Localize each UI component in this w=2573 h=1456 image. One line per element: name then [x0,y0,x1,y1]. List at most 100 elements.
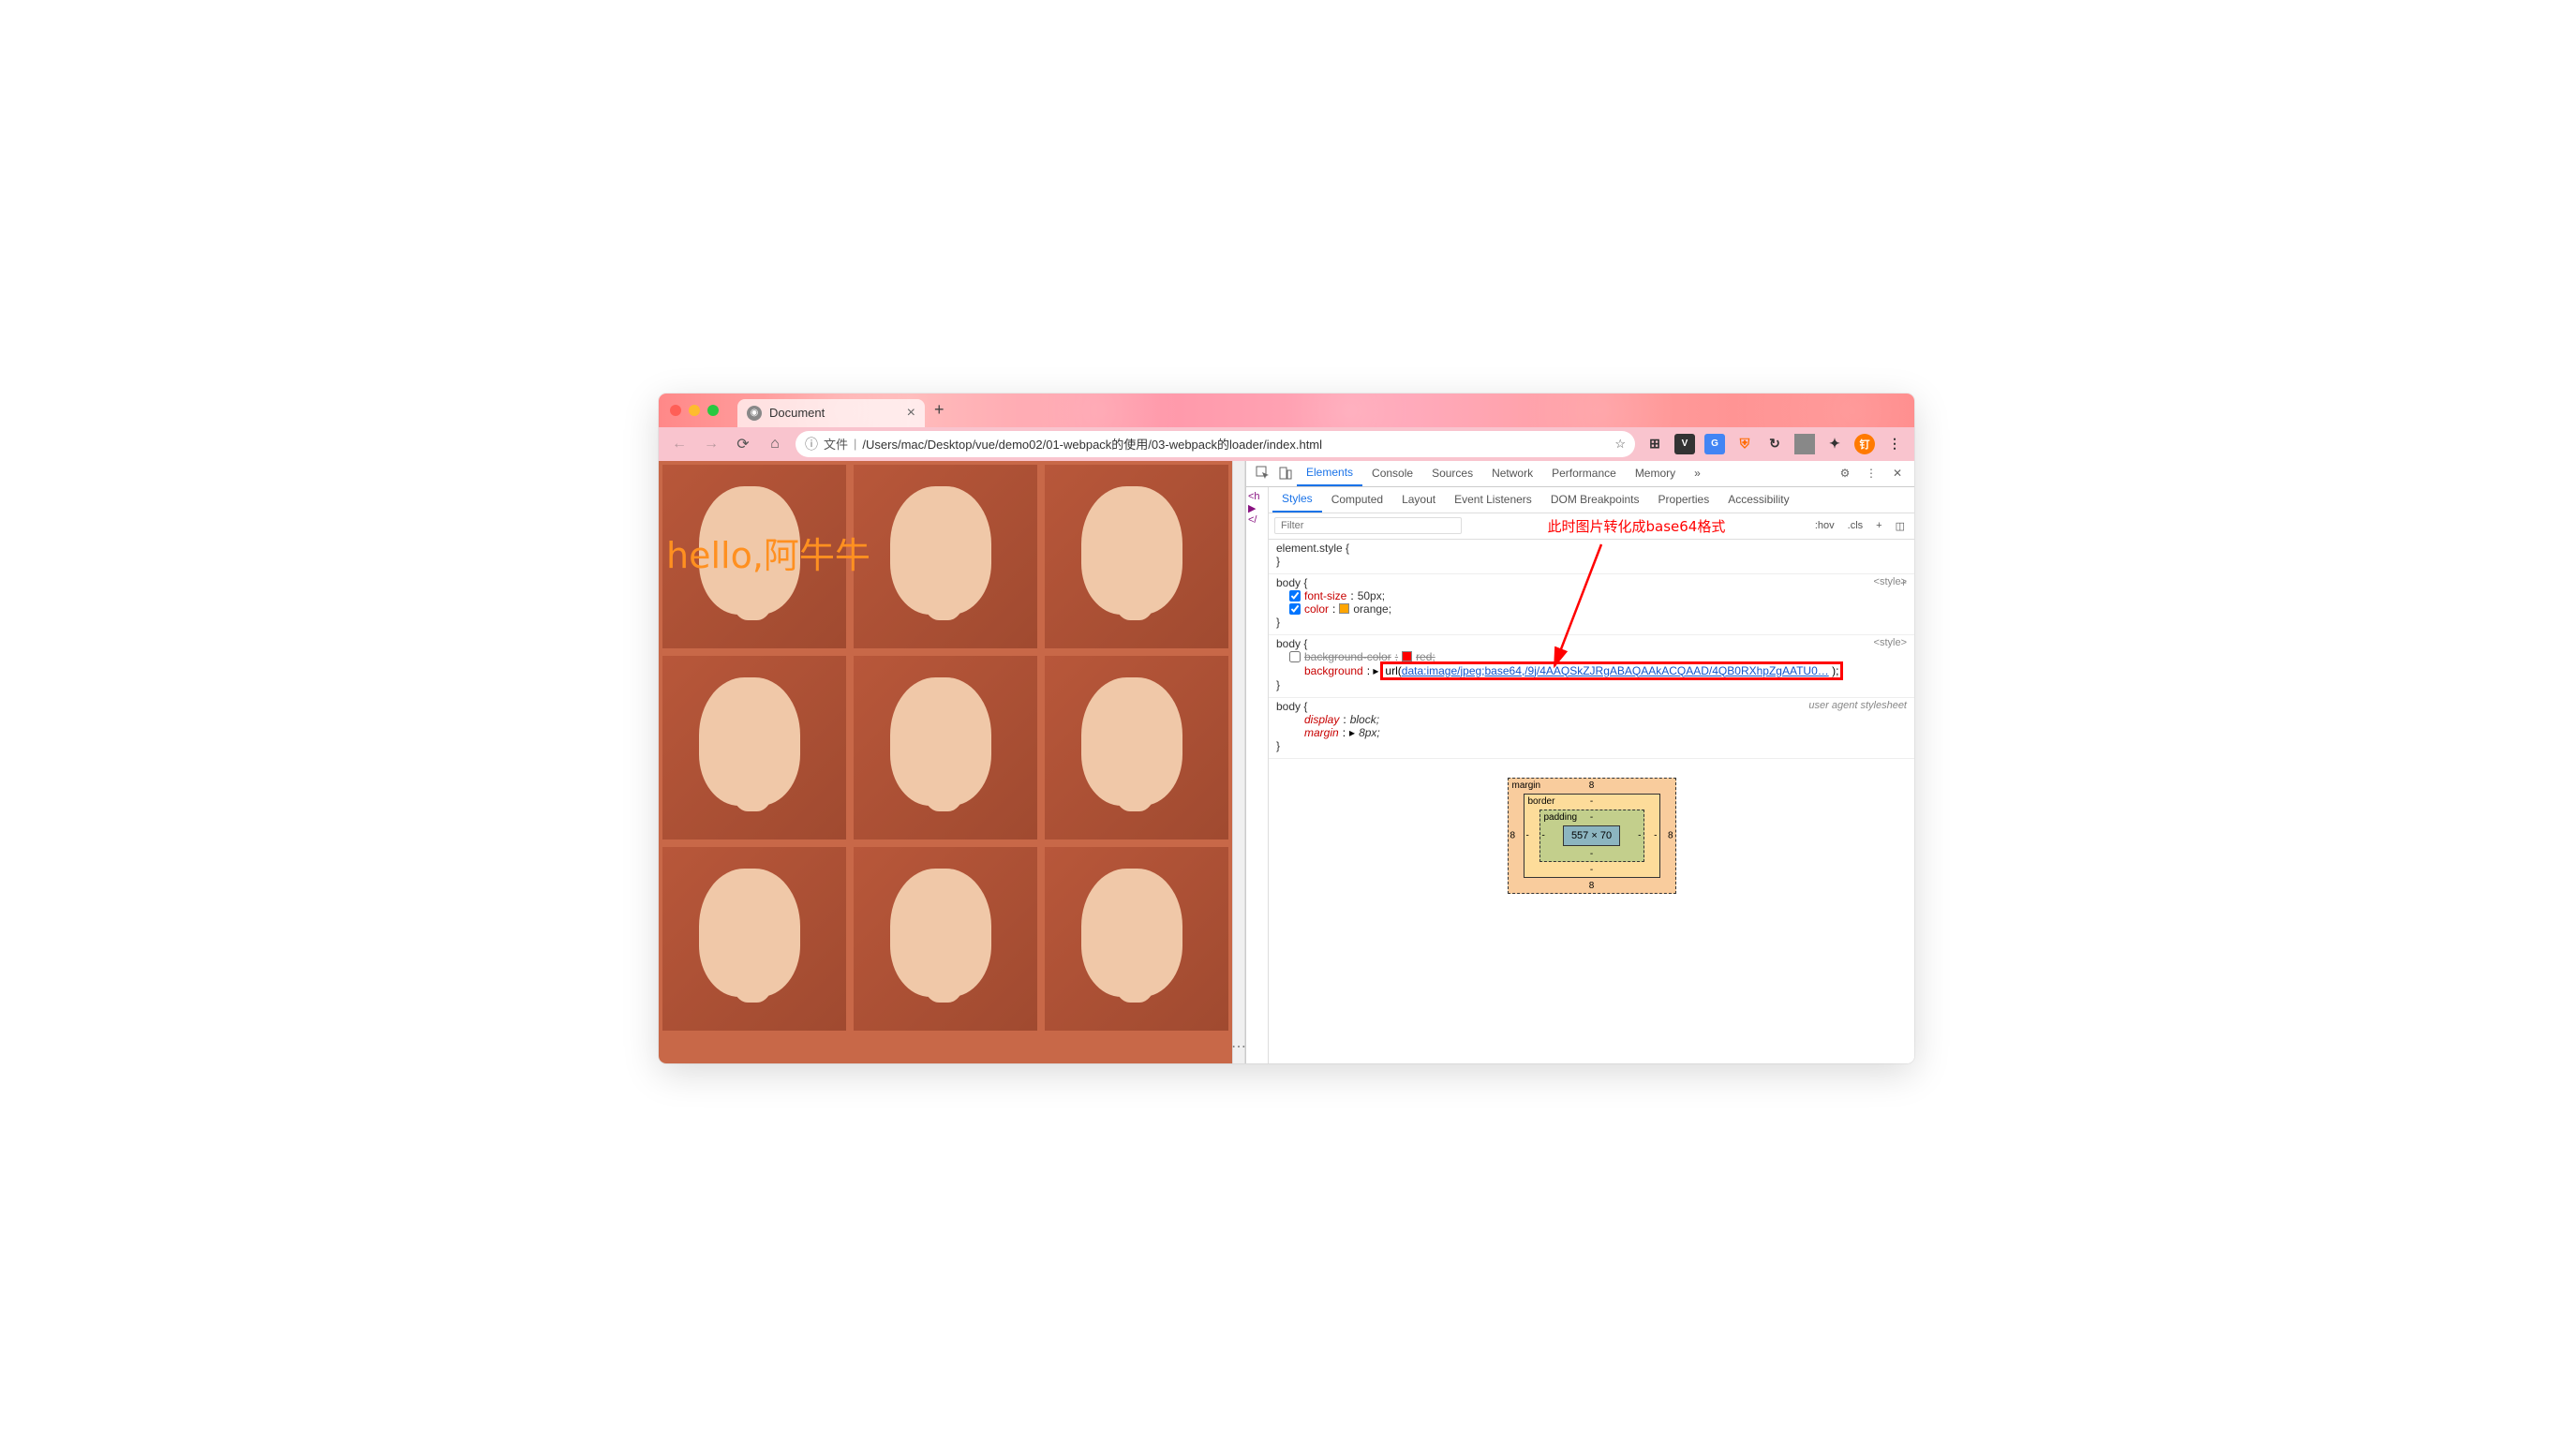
padding-top: - [1590,812,1593,823]
home-button[interactable]: ⌂ [764,433,786,455]
extension-icons: ⊞ V G ⛨ ↻ ✦ 钉 ⋮ [1644,434,1905,454]
styles-tab-layout[interactable]: Layout [1392,487,1445,513]
box-model-content: 557 × 70 [1563,825,1620,846]
tab-elements[interactable]: Elements [1297,461,1362,487]
css-property: background-color [1304,650,1391,663]
reload-button[interactable]: ⟳ [732,433,754,455]
css-declaration[interactable]: font-size: 50px; [1276,589,1907,602]
close-window-button[interactable] [670,405,681,416]
base64-url[interactable]: data:image/jpeg;base64,/9j/4AAQSkZJRgABA… [1402,664,1829,677]
menu-dots-icon[interactable]: ⋮ [1884,434,1905,454]
forward-button[interactable]: → [700,433,722,455]
settings-gear-icon[interactable]: ⚙ [1834,462,1856,484]
tab-performance[interactable]: Performance [1542,461,1626,487]
annotation-text: 此时图片转化成base64格式 [1469,516,1804,536]
styles-tab-computed[interactable]: Computed [1322,487,1392,513]
extension-badge-icon[interactable]: 钉 [1854,434,1875,454]
expand-arrow-icon[interactable]: ▸ [1349,726,1355,739]
new-tab-button[interactable]: + [934,400,944,420]
translate-icon[interactable]: G [1704,434,1725,454]
styles-tab-properties[interactable]: Properties [1649,487,1719,513]
url-suffix: ); [1829,664,1839,677]
rule-body-2[interactable]: <style> body { background-color: red; ba… [1269,635,1914,698]
css-value: block; [1350,713,1379,726]
page-viewport: hello,阿牛牛 [659,461,1232,1063]
css-value: orange; [1353,602,1391,616]
minimize-window-button[interactable] [689,405,700,416]
elements-line: ▶ [1248,502,1266,514]
rule-element-style[interactable]: element.style { } [1269,540,1914,574]
bg-tile [1045,656,1228,839]
tab-sources[interactable]: Sources [1422,461,1482,487]
margin-bottom: 8 [1589,881,1595,891]
rule-body-ua[interactable]: user agent stylesheet body { display: bl… [1269,698,1914,759]
css-property: font-size [1304,589,1346,602]
device-toolbar-icon[interactable] [1274,462,1297,484]
styles-pane: Styles Computed Layout Event Listeners D… [1269,487,1914,1063]
tab-network[interactable]: Network [1482,461,1542,487]
devtools-drag-handle[interactable]: ⋯ [1232,461,1245,1063]
color-swatch[interactable] [1402,651,1412,661]
close-devtools-icon[interactable]: ✕ [1886,462,1909,484]
rule-body-1[interactable]: <style> body { font-size: 50px; color: [1269,574,1914,635]
selector: element.style { [1276,542,1907,555]
browser-tab[interactable]: ◉ Document × [737,399,925,427]
property-toggle[interactable] [1289,603,1301,615]
content-area: hello,阿牛牛 ⋯ Elements Console Sources Net… [659,461,1914,1063]
kebab-menu-icon[interactable]: ⋮ [1860,462,1882,484]
css-property: background [1304,664,1363,677]
bookmark-star-icon[interactable]: ☆ [1614,437,1626,452]
shield-icon[interactable]: ⛨ [1734,434,1755,454]
extension-box-icon[interactable] [1794,434,1815,454]
styles-filter-input[interactable] [1274,517,1462,534]
address-bar[interactable]: ⓘ 文件 | /Users/mac/Desktop/vue/demo02/01-… [796,431,1635,457]
extensions-puzzle-icon[interactable]: ✦ [1824,434,1845,454]
tabs-overflow[interactable]: » [1685,461,1710,487]
property-toggle[interactable] [1289,651,1301,662]
maximize-window-button[interactable] [707,405,719,416]
url-path: /Users/mac/Desktop/vue/demo02/01-webpack… [862,435,1609,453]
extension-v-icon[interactable]: V [1674,434,1695,454]
history-icon[interactable]: ↻ [1764,434,1785,454]
tab-title: Document [769,406,900,420]
css-property: display [1304,713,1339,726]
hover-toggle[interactable]: :hov [1811,518,1838,533]
elements-line: <h [1248,491,1266,502]
styles-tab-styles[interactable]: Styles [1272,487,1322,513]
inspect-element-icon[interactable] [1252,462,1274,484]
padding-label: padding [1544,812,1578,823]
styles-tab-event-listeners[interactable]: Event Listeners [1445,487,1541,513]
margin-right: 8 [1668,830,1673,840]
box-model-diagram[interactable]: margin 8 8 8 8 border - - - - [1508,778,1676,894]
css-declaration[interactable]: color: orange; [1276,602,1907,616]
sidebar-toggle-icon[interactable]: ◫ [1892,518,1909,534]
color-swatch[interactable] [1339,603,1349,614]
devtools-body: <h ▶ </ Styles Computed Layout Event Lis… [1246,487,1914,1063]
elements-line: </ [1248,514,1266,526]
close-brace: } [1276,739,1907,752]
styles-tab-dom-breakpoints[interactable]: DOM Breakpoints [1541,487,1649,513]
property-toggle[interactable] [1289,590,1301,602]
selector: body { [1276,576,1907,589]
rule-source[interactable]: <style> [1874,637,1907,648]
box-model-margin: margin 8 8 8 8 border - - - - [1508,778,1676,894]
qr-icon[interactable]: ⊞ [1644,434,1665,454]
border-right: - [1654,830,1657,840]
rule-source-ua: user agent stylesheet [1808,700,1907,711]
css-declaration[interactable]: background: ▸ url(data:image/jpeg;base64… [1276,663,1907,678]
css-declaration: display: block; [1276,713,1907,726]
css-declaration: margin: ▸ 8px; [1276,726,1907,739]
tab-memory[interactable]: Memory [1626,461,1685,487]
cls-toggle[interactable]: .cls [1844,518,1867,533]
tab-console[interactable]: Console [1362,461,1422,487]
border-label: border [1528,796,1555,807]
elements-tree[interactable]: <h ▶ </ [1246,487,1269,1063]
back-button[interactable]: ← [668,433,691,455]
new-rule-button[interactable]: + [1872,518,1885,533]
bg-tile [854,465,1037,648]
add-property-icon[interactable]: + [1900,576,1907,589]
devtools-tabbar: Elements Console Sources Network Perform… [1246,461,1914,487]
bg-tile [1045,465,1228,648]
styles-tab-accessibility[interactable]: Accessibility [1718,487,1798,513]
close-tab-icon[interactable]: × [907,405,915,422]
